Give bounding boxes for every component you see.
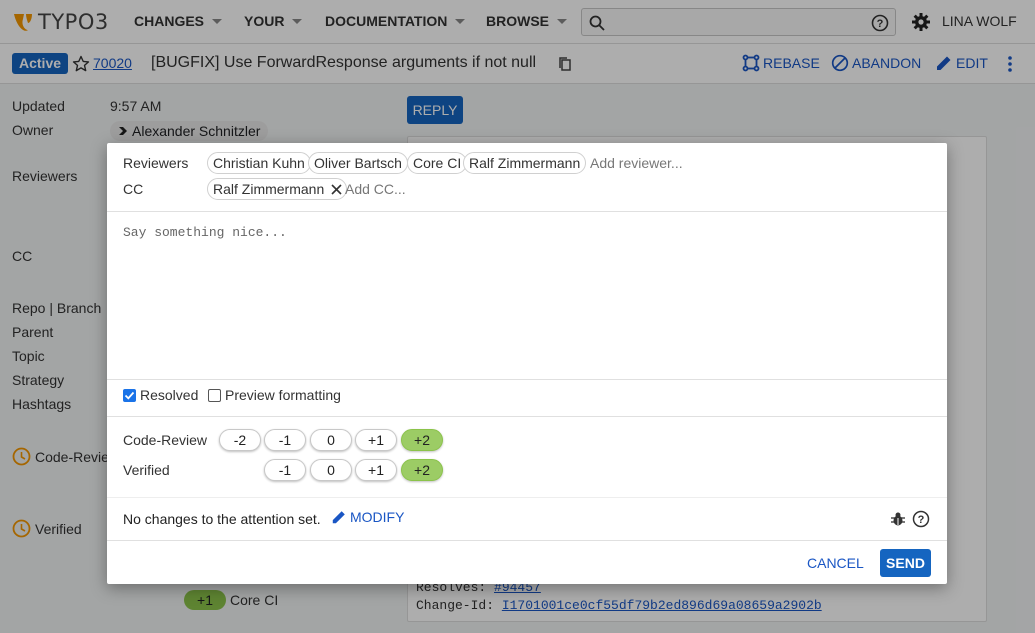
vote-button[interactable]: -1 <box>264 429 306 451</box>
vote-button[interactable]: -2 <box>219 429 261 451</box>
modify-attention-button[interactable]: MODIFY <box>331 509 404 525</box>
vote-button[interactable]: +1 <box>355 459 397 481</box>
code-review-label: Code-Review <box>123 432 208 448</box>
close-icon[interactable] <box>331 184 342 195</box>
divider <box>107 379 947 380</box>
checkbox-checked[interactable] <box>123 388 136 402</box>
help-icon[interactable]: ? <box>912 510 930 528</box>
cc-label: CC <box>123 181 144 197</box>
bug-icon[interactable] <box>890 511 906 527</box>
vote-button-selected[interactable]: +2 <box>401 459 443 481</box>
reviewer-chip[interactable]: Core CI <box>407 152 468 174</box>
modify-label: MODIFY <box>350 509 405 525</box>
reviewers-label: Reviewers <box>123 155 189 171</box>
vote-button[interactable]: -1 <box>264 459 306 481</box>
divider <box>107 497 947 498</box>
vote-button[interactable]: 0 <box>310 429 352 451</box>
add-reviewer-input[interactable] <box>590 153 790 173</box>
vote-button[interactable]: 0 <box>310 459 352 481</box>
cc-chip-label: Ralf Zimmermann <box>213 181 325 197</box>
reply-message-input[interactable] <box>123 225 931 365</box>
divider <box>107 540 947 541</box>
pencil-icon <box>332 511 345 524</box>
verified-label: Verified <box>123 462 170 478</box>
attention-set-text: No changes to the attention set. <box>123 511 321 527</box>
send-button[interactable]: SEND <box>880 549 931 577</box>
svg-text:?: ? <box>918 514 925 526</box>
check-icon <box>124 391 135 400</box>
preview-formatting-checkbox[interactable]: Preview formatting <box>208 387 341 403</box>
resolved-label: Resolved <box>140 387 199 403</box>
vote-button[interactable]: +1 <box>355 429 397 451</box>
reviewer-chip[interactable]: Ralf Zimmermann <box>463 152 587 174</box>
cancel-button[interactable]: CANCEL <box>807 555 864 571</box>
preview-formatting-label: Preview formatting <box>225 387 341 403</box>
divider <box>107 416 947 417</box>
checkbox-unchecked[interactable] <box>208 388 221 402</box>
resolved-checkbox[interactable]: Resolved <box>123 387 198 403</box>
vote-button-selected[interactable]: +2 <box>401 429 443 451</box>
add-cc-input[interactable] <box>345 179 545 199</box>
reviewer-chip[interactable]: Oliver Bartsch <box>308 152 408 174</box>
reviewer-chip[interactable]: Christian Kuhn <box>207 152 311 174</box>
reply-dialog: Reviewers Christian Kuhn Oliver Bartsch … <box>107 143 947 584</box>
divider <box>107 211 947 212</box>
cc-chip[interactable]: Ralf Zimmermann <box>207 178 348 200</box>
